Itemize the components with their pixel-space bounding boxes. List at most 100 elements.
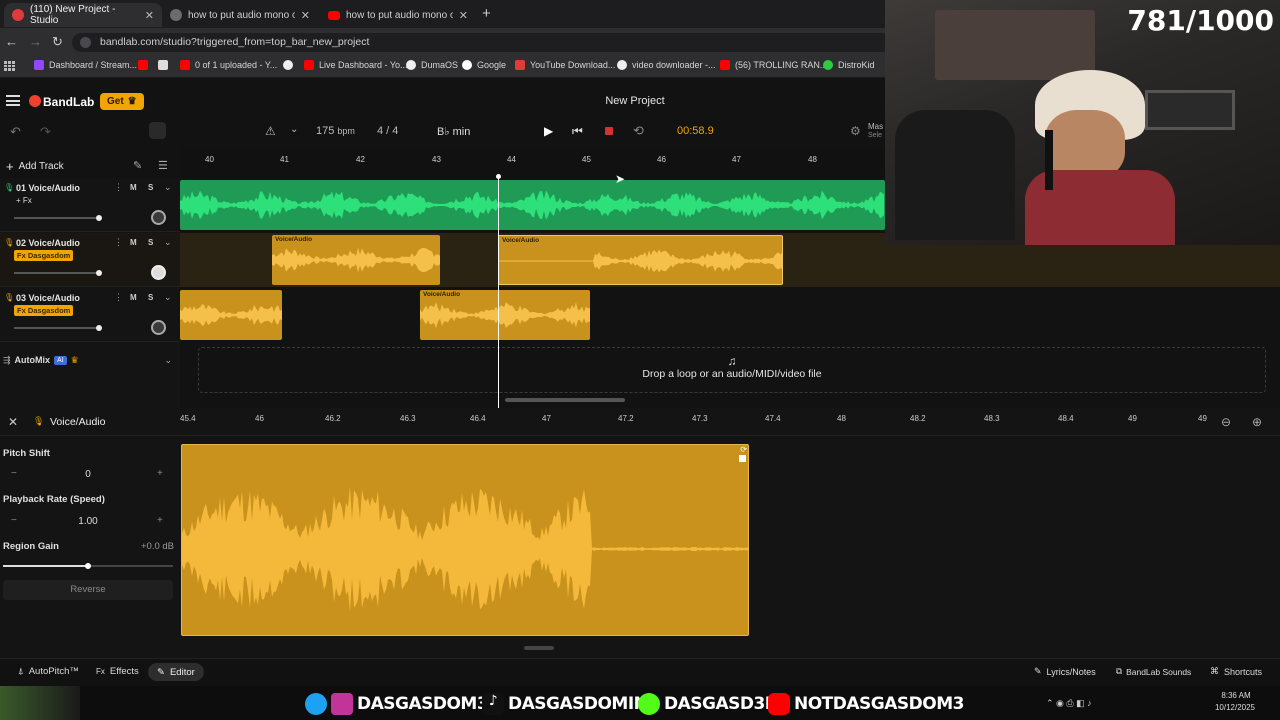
pan-knob[interactable] (151, 210, 166, 225)
bookmark-trolling[interactable]: (56) TROLLING RAN... (720, 60, 827, 70)
mute-button[interactable]: M (130, 183, 137, 192)
close-editor-icon[interactable]: ✕ (8, 415, 18, 429)
pencil-tool-icon[interactable]: ✎ (133, 159, 142, 172)
region-track-3a[interactable] (180, 290, 282, 340)
apps-grid-icon[interactable] (4, 61, 15, 71)
mixer-icon[interactable]: ⚙ (850, 124, 861, 138)
skip-back-icon[interactable]: ⏮ (572, 124, 583, 139)
volume-slider[interactable] (14, 215, 102, 221)
region-track-2b-selected[interactable]: Voice/Audio (498, 235, 783, 285)
solo-button[interactable]: S (148, 238, 153, 247)
bookmark-uploaded[interactable] (158, 60, 168, 70)
bookmark-google[interactable]: Google (462, 60, 506, 70)
lyrics-notes-button[interactable]: ✎ Lyrics/Notes (1034, 666, 1096, 677)
bandlab-sounds-button[interactable]: ⧉ BandLab Sounds (1116, 666, 1191, 677)
forward-icon[interactable]: → (29, 34, 42, 49)
close-tab-icon[interactable]: ✕ (301, 9, 310, 22)
reload-icon[interactable]: ↻ (52, 34, 63, 50)
tool-icon[interactable] (149, 122, 166, 139)
track-name[interactable]: 01 Voice/Audio (16, 183, 80, 193)
fx-preset-badge[interactable]: Fx Dasgasdom (14, 305, 74, 316)
editor-ruler[interactable]: 45.4 46 46.2 46.3 46.4 47 47.2 47.3 47.4 48 48.2 48… (180, 408, 1210, 436)
horizontal-scrollbar[interactable] (505, 398, 625, 402)
chevron-down-icon[interactable]: ⌄ (164, 237, 172, 248)
play-icon[interactable]: ▶ (544, 124, 553, 138)
zoom-out-icon[interactable]: ⊖ (1221, 415, 1231, 429)
playback-rate-stepper[interactable]: − 1.00 + (3, 515, 173, 533)
pan-knob[interactable] (151, 265, 166, 280)
pitch-shift-value[interactable]: 0 (3, 469, 173, 480)
editor-scrollbar[interactable] (524, 646, 554, 650)
increment-button[interactable]: + (157, 468, 163, 479)
chevron-down-icon[interactable]: ⌄ (164, 355, 172, 366)
mute-button[interactable]: M (130, 238, 137, 247)
mute-button[interactable]: M (130, 293, 137, 302)
slider-knob[interactable] (96, 215, 102, 221)
solo-button[interactable]: S (148, 183, 153, 192)
drop-zone[interactable]: ♫ Drop a loop or an audio/MIDI/video fil… (198, 347, 1266, 393)
track-menu-icon[interactable]: ⋮ (114, 182, 123, 193)
url-input[interactable]: bandlab.com/studio?triggered_from=top_ba… (72, 33, 902, 52)
tab-how-to-2[interactable]: how to put audio mono on ban ✕ (320, 3, 476, 27)
effects-button[interactable]: Fx Effects (96, 666, 139, 677)
region-track-2a[interactable]: Voice/Audio (272, 235, 440, 285)
metronome-chevron-icon[interactable]: ⌄ (290, 124, 298, 135)
close-tab-icon[interactable]: ✕ (145, 9, 154, 22)
bookmark-globe[interactable] (283, 60, 293, 70)
zoom-in-icon[interactable]: ⊕ (1252, 415, 1262, 429)
bookmark-dashboard[interactable]: Dashboard / Stream... (34, 60, 137, 70)
automix-row[interactable]: ⇶ AutoMix AI ♛ ⌄ (0, 350, 180, 370)
track-header-3[interactable]: 🎙 03 Voice/Audio M S ⋮ ⌄ Fx Dasgasdom (0, 288, 180, 342)
track-name[interactable]: 03 Voice/Audio (16, 293, 80, 303)
slider-knob[interactable] (85, 563, 91, 569)
close-tab-icon[interactable]: ✕ (459, 9, 468, 22)
bookmark-youtube-red[interactable] (138, 60, 148, 70)
playhead[interactable] (498, 176, 499, 408)
loop-icon[interactable]: ⟲ (633, 123, 644, 139)
bookmark-0-of-1[interactable]: 0 of 1 uploaded - Y... (180, 60, 277, 70)
pan-knob[interactable] (151, 320, 166, 335)
bookmark-youtube-download[interactable]: YouTube Download... (515, 60, 615, 70)
bookmark-distrokid[interactable]: DistroKid (823, 60, 875, 70)
tab-how-to-1[interactable]: how to put audio mono on ban ✕ (162, 3, 318, 27)
bookmark-video-downloader[interactable]: video downloader -... (617, 60, 716, 70)
playhead-handle[interactable] (496, 174, 501, 179)
track-name[interactable]: 02 Voice/Audio (16, 238, 80, 248)
tab-new-project[interactable]: (110) New Project - Studio ✕ (4, 3, 162, 27)
key-selector[interactable]: B♭ min (437, 125, 470, 138)
solo-button[interactable]: S (148, 293, 153, 302)
track-header-2[interactable]: 🎙 02 Voice/Audio M S ⋮ ⌄ Fx Dasgasdom (0, 233, 180, 287)
loop-handle-icon[interactable]: ⟳ (740, 445, 747, 454)
add-fx-button[interactable]: + Fx (16, 196, 32, 205)
undo-icon[interactable]: ↶ (10, 124, 21, 140)
bookmark-dumaos[interactable]: DumaOS (406, 60, 458, 70)
bpm-value[interactable]: 175 bpm (316, 125, 355, 137)
bookmark-live-dashboard[interactable]: Live Dashboard - Yo... (304, 60, 408, 70)
region-resize-handle[interactable] (739, 455, 746, 462)
editor-tab-button[interactable]: ✎ Editor (148, 663, 204, 681)
back-icon[interactable]: ← (5, 34, 18, 49)
volume-slider[interactable] (14, 270, 102, 276)
site-info-icon[interactable] (80, 37, 91, 48)
track-settings-icon[interactable]: ☰ (158, 159, 168, 172)
shortcuts-button[interactable]: ⌘ Shortcuts (1210, 666, 1262, 677)
record-icon[interactable] (605, 127, 613, 135)
editor-region[interactable]: ⟳ (181, 444, 749, 636)
volume-slider[interactable] (14, 325, 102, 331)
reverse-button[interactable]: Reverse (3, 580, 173, 600)
track-menu-icon[interactable]: ⋮ (114, 292, 123, 303)
playback-rate-value[interactable]: 1.00 (3, 516, 173, 527)
slider-knob[interactable] (96, 270, 102, 276)
new-tab-button[interactable]: + (482, 5, 491, 22)
region-gain-slider[interactable] (3, 563, 173, 569)
pitch-shift-stepper[interactable]: − 0 + (3, 468, 173, 486)
metronome-icon[interactable]: ⚠ (265, 124, 276, 138)
region-track-1[interactable] (180, 180, 885, 230)
chevron-down-icon[interactable]: ⌄ (164, 182, 172, 193)
fx-preset-badge[interactable]: Fx Dasgasdom (14, 250, 74, 261)
track-header-1[interactable]: 🎙 01 Voice/Audio M S ⋮ ⌄ + Fx (0, 178, 180, 232)
region-track-3b[interactable]: Voice/Audio (420, 290, 590, 340)
increment-button[interactable]: + (157, 515, 163, 526)
track-menu-icon[interactable]: ⋮ (114, 237, 123, 248)
redo-icon[interactable]: ↷ (40, 124, 51, 140)
